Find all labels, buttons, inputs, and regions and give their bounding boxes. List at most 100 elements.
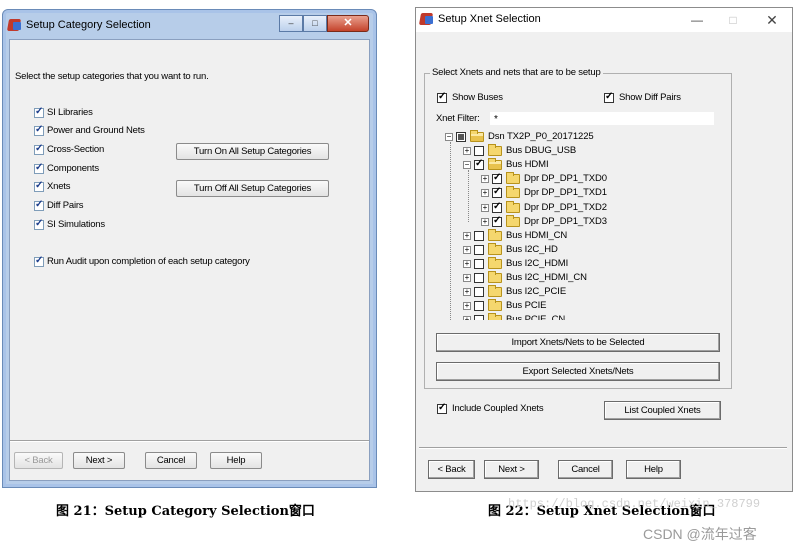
folder-icon [488, 285, 502, 298]
turn-on-all-button[interactable]: Turn On All Setup Categories [176, 143, 329, 160]
tree-checkbox[interactable] [474, 301, 484, 312]
tree-checkbox[interactable] [474, 273, 484, 283]
close-button[interactable]: ✕ [755, 10, 789, 30]
tree-item-label: Bus I2C_HDMI_CN [506, 272, 587, 283]
folder-icon [488, 271, 502, 283]
expand-icon[interactable]: + [463, 288, 471, 297]
expand-icon[interactable]: + [463, 147, 471, 156]
category-checkbox[interactable] [34, 162, 44, 174]
separator [419, 447, 787, 449]
close-button[interactable]: ✕ [327, 15, 369, 32]
import-xnets-button[interactable]: Import Xnets/Nets to be Selected [436, 333, 720, 352]
tree-item-label: Dpr DP_DP1_TXD2 [524, 201, 607, 213]
xnet-tree[interactable]: − Dsn TX2P_P0_20171225 + Bus DBUG_USB − Bus H… [433, 130, 718, 320]
tree-guide-line [468, 170, 469, 222]
tree-item-label: Bus I2C_HD [506, 243, 558, 255]
tree-checkbox[interactable] [474, 287, 484, 298]
collapse-icon[interactable]: − [463, 161, 471, 170]
run-audit-label: Run Audit upon completion of each setup … [47, 256, 250, 267]
collapse-icon[interactable]: − [445, 133, 453, 141]
expand-icon[interactable]: + [481, 203, 489, 212]
folder-icon [488, 242, 502, 255]
folder-icon [506, 172, 520, 185]
tree-item-label: Bus I2C_PCIE [506, 286, 567, 298]
category-label: Power and Ground Nets [47, 125, 145, 136]
title-bar[interactable]: Setup Xnet Selection — □ ✕ [416, 8, 792, 32]
tree-checkbox[interactable] [474, 315, 484, 320]
category-checkbox[interactable] [34, 143, 44, 155]
tree-checkbox[interactable] [474, 244, 484, 255]
category-checkbox[interactable] [34, 218, 44, 230]
next-button[interactable]: Next > [484, 460, 539, 479]
include-coupled-checkbox[interactable] [437, 402, 447, 414]
tree-checkbox[interactable] [492, 201, 502, 213]
help-button[interactable]: Help [626, 460, 681, 479]
tree-checkbox[interactable] [492, 172, 502, 185]
expand-icon[interactable]: + [481, 189, 489, 198]
category-label: SI Simulations [47, 219, 105, 230]
cancel-button[interactable]: Cancel [558, 460, 613, 479]
tree-checkbox[interactable] [474, 158, 484, 171]
tree-checkbox[interactable] [474, 258, 484, 269]
tree-item-label: Bus PCIE [506, 300, 547, 312]
tree-checkbox[interactable] [492, 186, 502, 199]
cancel-button[interactable]: Cancel [145, 452, 197, 469]
expand-icon[interactable]: + [463, 231, 471, 240]
tree-item-label: Bus HDMI_CN [506, 229, 568, 241]
tree-item-label: Bus PCIE_CN [506, 314, 566, 320]
expand-icon[interactable]: + [463, 245, 471, 254]
minimize-button[interactable]: – [279, 15, 303, 32]
app-icon [8, 18, 22, 32]
watermark: https://blog.csdn.net/weixin_378799 [508, 497, 761, 511]
tree-checkbox[interactable] [474, 230, 484, 241]
next-button[interactable]: Next > [73, 452, 125, 469]
tree-checkbox[interactable] [474, 146, 484, 157]
category-checkbox[interactable] [34, 180, 44, 192]
expand-icon[interactable]: + [481, 217, 489, 226]
show-diff-pairs-label: Show Diff Pairs [619, 92, 681, 103]
title-bar[interactable]: Setup Category Selection – □ ✕ [3, 10, 376, 39]
tree-guide-line [450, 142, 451, 320]
category-label: SI Libraries [47, 107, 93, 118]
category-label: Components [47, 163, 99, 174]
maximize-button[interactable]: □ [716, 10, 750, 30]
back-button[interactable]: < Back [14, 452, 63, 469]
include-coupled-label: Include Coupled Xnets [452, 403, 544, 414]
show-buses-checkbox[interactable] [437, 91, 447, 103]
category-checkbox[interactable] [34, 199, 44, 211]
instruction-text: Select the setup categories that you wan… [15, 71, 209, 82]
window-title: Setup Xnet Selection [438, 13, 541, 25]
expand-icon[interactable]: + [481, 175, 489, 184]
tree-item-label: Bus I2C_HDMI [506, 257, 569, 269]
tree-item-label: Dpr DP_DP1_TXD3 [524, 215, 607, 227]
run-audit-checkbox[interactable] [34, 255, 44, 267]
export-xnets-button[interactable]: Export Selected Xnets/Nets [436, 362, 720, 381]
turn-off-all-button[interactable]: Turn Off All Setup Categories [176, 180, 329, 197]
tree-checkbox[interactable] [492, 215, 502, 227]
folder-icon [488, 228, 502, 241]
category-checkbox[interactable] [34, 106, 44, 118]
minimize-button[interactable]: — [680, 10, 714, 30]
groupbox-label: Select Xnets and nets that are to be set… [430, 67, 603, 78]
category-checkbox[interactable] [34, 124, 44, 136]
list-coupled-button[interactable]: List Coupled Xnets [604, 401, 721, 420]
tree-item-label: Bus HDMI [506, 159, 549, 171]
xnet-filter-input[interactable]: * [489, 111, 715, 126]
tree-item-label: Dsn TX2P_P0_20171225 [488, 131, 594, 142]
expand-icon[interactable]: + [463, 274, 471, 282]
show-diff-pairs-checkbox[interactable] [604, 91, 614, 103]
expand-icon[interactable]: + [463, 316, 471, 320]
back-button[interactable]: < Back [428, 460, 475, 479]
folder-icon [488, 144, 502, 157]
tree-checkbox[interactable] [456, 132, 466, 142]
folder-icon [506, 214, 520, 227]
figure-caption-left: 图 21：Setup Category Selection窗口 [56, 504, 315, 519]
expand-icon[interactable]: + [463, 302, 471, 311]
folder-icon [488, 256, 502, 269]
window-title: Setup Category Selection [26, 19, 151, 31]
folder-icon [506, 200, 520, 213]
tree-item-label: Dpr DP_DP1_TXD1 [524, 187, 607, 199]
help-button[interactable]: Help [210, 452, 262, 469]
expand-icon[interactable]: + [463, 259, 471, 268]
maximize-button[interactable]: □ [303, 15, 327, 32]
